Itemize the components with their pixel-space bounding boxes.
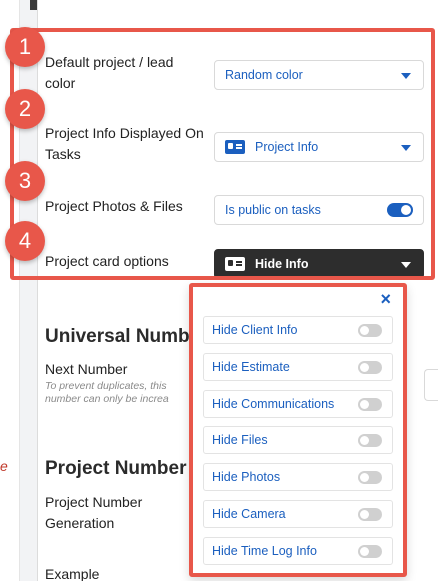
- option-hide-estimate[interactable]: Hide Estimate: [203, 353, 393, 381]
- hide-camera-toggle[interactable]: [358, 508, 382, 521]
- hide-time-log-info-toggle[interactable]: [358, 545, 382, 558]
- step-badge-2: 2: [5, 89, 45, 129]
- option-label: Hide Files: [212, 433, 268, 447]
- step-badge-4: 4: [5, 221, 45, 261]
- next-number-input[interactable]: [424, 369, 438, 401]
- hide-client-info-toggle[interactable]: [358, 324, 382, 337]
- option-label: Hide Photos: [212, 470, 281, 484]
- next-number-hint: To prevent duplicates, this number can o…: [45, 380, 169, 405]
- option-label: Hide Camera: [212, 507, 286, 521]
- option-hide-camera[interactable]: Hide Camera: [203, 500, 393, 528]
- highlight-frame: [10, 28, 435, 280]
- option-label: Hide Communications: [212, 397, 335, 411]
- next-number-label: Next Number: [45, 361, 128, 377]
- option-hide-files[interactable]: Hide Files: [203, 426, 393, 454]
- project-number-title: Project Number: [45, 458, 187, 479]
- step-badge-1: 1: [5, 27, 45, 67]
- option-label: Hide Estimate: [212, 360, 290, 374]
- step-badge-3: 3: [5, 161, 45, 201]
- hide-files-toggle[interactable]: [358, 434, 382, 447]
- hide-communications-toggle[interactable]: [358, 398, 382, 411]
- background-left-card: [0, 380, 20, 581]
- hide-photos-toggle[interactable]: [358, 471, 382, 484]
- project-number-generation-label: Project Number Generation: [45, 494, 143, 531]
- option-hide-client-info[interactable]: Hide Client Info: [203, 316, 393, 344]
- option-label: Hide Time Log Info: [212, 544, 317, 558]
- option-hide-communications[interactable]: Hide Communications: [203, 390, 393, 418]
- option-label: Hide Client Info: [212, 323, 298, 337]
- card-options-dropdown: × Hide Client Info Hide Estimate Hide Co…: [189, 283, 407, 577]
- option-hide-photos[interactable]: Hide Photos: [203, 463, 393, 491]
- option-hide-time-log-info[interactable]: Hide Time Log Info: [203, 537, 393, 565]
- hide-estimate-toggle[interactable]: [358, 361, 382, 374]
- close-icon[interactable]: ×: [380, 289, 391, 310]
- universal-number-title: Universal Numb: [45, 326, 190, 347]
- background-text-fragment: e: [0, 458, 8, 474]
- example-label: Example: [45, 566, 100, 581]
